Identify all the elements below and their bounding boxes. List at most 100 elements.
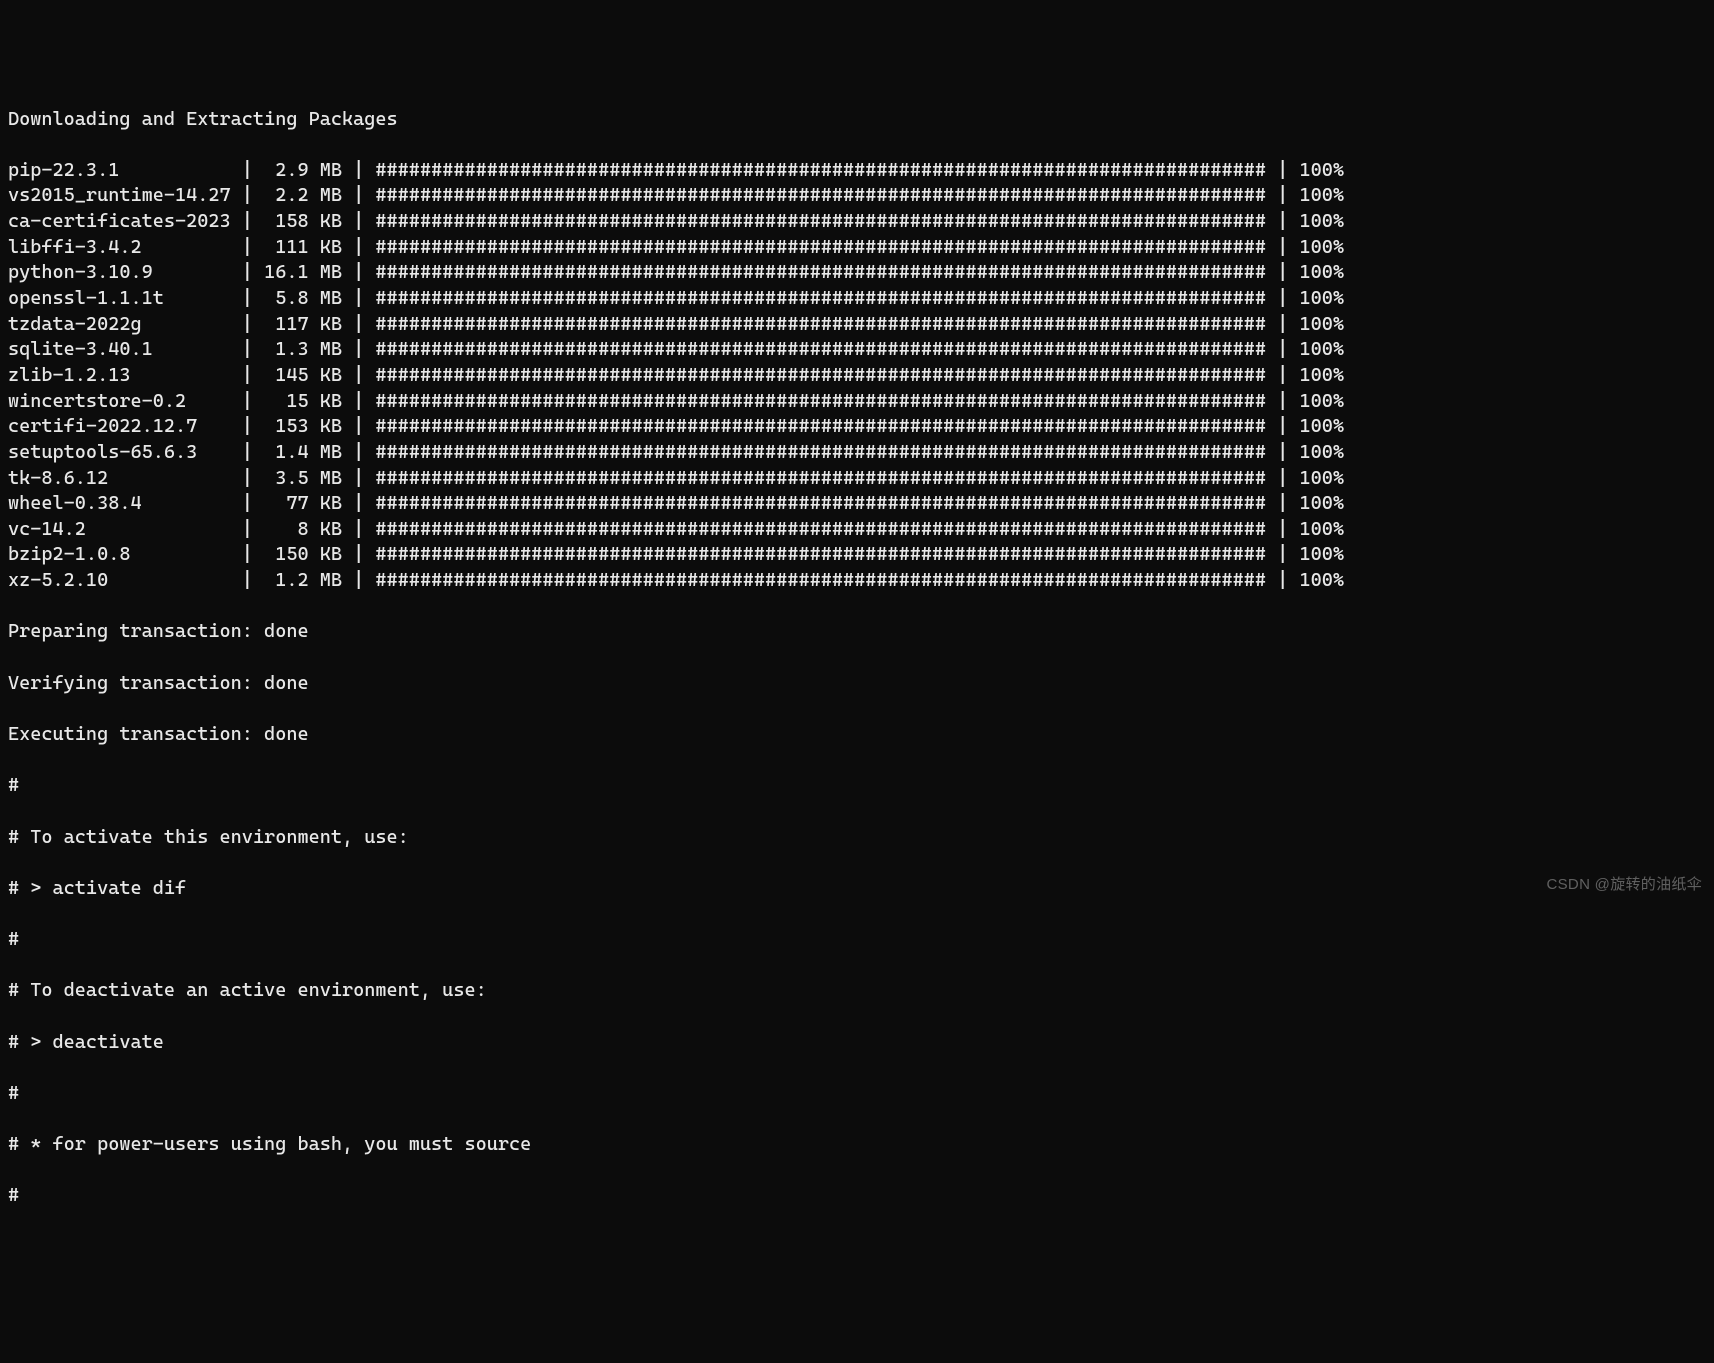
separator: | [1266, 363, 1299, 389]
package-row: python-3.10.9 | 16.1 MB | ##############… [8, 260, 1706, 286]
package-row: zlib-1.2.13 | 145 KB | #################… [8, 363, 1706, 389]
separator: | [342, 491, 375, 517]
package-size: 16.1 MB [264, 260, 342, 286]
progress-bar: ########################################… [375, 542, 1266, 568]
progress-bar: ########################################… [375, 440, 1266, 466]
package-name: libffi-3.4.2 [8, 235, 231, 261]
package-row: tzdata-2022g | 117 KB | ################… [8, 312, 1706, 338]
comment-activate-cmd: # > activate dif [8, 876, 1706, 902]
status-preparing: Preparing transaction: done [8, 619, 1706, 645]
package-percent: 100% [1299, 235, 1344, 261]
separator: | [231, 389, 264, 415]
csdn-watermark: CSDN @旋转的油纸伞 [1547, 875, 1703, 895]
progress-bar: ########################################… [375, 466, 1266, 492]
package-name: wheel-0.38.4 [8, 491, 231, 517]
separator: | [342, 235, 375, 261]
separator: | [231, 209, 264, 235]
package-percent: 100% [1299, 517, 1344, 543]
package-name: sqlite-3.40.1 [8, 337, 231, 363]
package-name: bzip2-1.0.8 [8, 542, 231, 568]
separator: | [1266, 440, 1299, 466]
separator: | [1266, 286, 1299, 312]
package-size: 15 KB [264, 389, 342, 415]
separator: | [1266, 414, 1299, 440]
package-row: xz-5.2.10 | 1.2 MB | ###################… [8, 568, 1706, 594]
package-row: sqlite-3.40.1 | 1.3 MB | ###############… [8, 337, 1706, 363]
package-percent: 100% [1299, 183, 1344, 209]
package-list: pip-22.3.1 | 2.9 MB | ##################… [8, 158, 1706, 594]
separator: | [1266, 235, 1299, 261]
package-name: vs2015_runtime-14.27 [8, 183, 231, 209]
separator: | [342, 158, 375, 184]
comment-deactivate-header: # To deactivate an active environment, u… [8, 978, 1706, 1004]
progress-bar: ########################################… [375, 517, 1266, 543]
separator: | [342, 286, 375, 312]
package-name: ca-certificates-2023 [8, 209, 231, 235]
comment-line: # [8, 927, 1706, 953]
comment-deactivate-cmd: # > deactivate [8, 1030, 1706, 1056]
package-percent: 100% [1299, 260, 1344, 286]
package-percent: 100% [1299, 286, 1344, 312]
package-row: vs2015_runtime-14.27 | 2.2 MB | ########… [8, 183, 1706, 209]
progress-bar: ########################################… [375, 183, 1266, 209]
separator: | [342, 312, 375, 338]
package-size: 150 KB [264, 542, 342, 568]
status-verifying: Verifying transaction: done [8, 671, 1706, 697]
separator: | [231, 466, 264, 492]
progress-bar: ########################################… [375, 260, 1266, 286]
separator: | [342, 389, 375, 415]
progress-bar: ########################################… [375, 235, 1266, 261]
package-percent: 100% [1299, 414, 1344, 440]
package-row: tk-8.6.12 | 3.5 MB | ###################… [8, 466, 1706, 492]
separator: | [231, 312, 264, 338]
package-name: tk-8.6.12 [8, 466, 231, 492]
separator: | [231, 542, 264, 568]
progress-bar: ########################################… [375, 491, 1266, 517]
package-name: openssl-1.1.1t [8, 286, 231, 312]
package-percent: 100% [1299, 542, 1344, 568]
package-row: certifi-2022.12.7 | 153 KB | ###########… [8, 414, 1706, 440]
package-row: ca-certificates-2023 | 158 KB | ########… [8, 209, 1706, 235]
separator: | [342, 542, 375, 568]
separator: | [231, 260, 264, 286]
package-name: vc-14.2 [8, 517, 231, 543]
separator: | [342, 440, 375, 466]
separator: | [342, 337, 375, 363]
package-percent: 100% [1299, 312, 1344, 338]
separator: | [1266, 260, 1299, 286]
separator: | [1266, 542, 1299, 568]
package-size: 2.9 MB [264, 158, 342, 184]
package-row: libffi-3.4.2 | 111 KB | ################… [8, 235, 1706, 261]
progress-bar: ########################################… [375, 337, 1266, 363]
package-row: bzip2-1.0.8 | 150 KB | #################… [8, 542, 1706, 568]
comment-line: # [8, 773, 1706, 799]
progress-bar: ########################################… [375, 568, 1266, 594]
package-size: 77 KB [264, 491, 342, 517]
package-percent: 100% [1299, 491, 1344, 517]
download-header: Downloading and Extracting Packages [8, 107, 1706, 133]
package-percent: 100% [1299, 363, 1344, 389]
package-row: pip-22.3.1 | 2.9 MB | ##################… [8, 158, 1706, 184]
separator: | [342, 260, 375, 286]
package-size: 153 KB [264, 414, 342, 440]
package-percent: 100% [1299, 440, 1344, 466]
package-name: setuptools-65.6.3 [8, 440, 231, 466]
package-size: 1.4 MB [264, 440, 342, 466]
separator: | [1266, 158, 1299, 184]
package-percent: 100% [1299, 466, 1344, 492]
package-percent: 100% [1299, 158, 1344, 184]
separator: | [1266, 568, 1299, 594]
package-percent: 100% [1299, 337, 1344, 363]
progress-bar: ########################################… [375, 312, 1266, 338]
separator: | [231, 235, 264, 261]
separator: | [1266, 312, 1299, 338]
separator: | [342, 363, 375, 389]
package-size: 1.3 MB [264, 337, 342, 363]
separator: | [231, 491, 264, 517]
separator: | [342, 517, 375, 543]
package-name: tzdata-2022g [8, 312, 231, 338]
package-size: 145 KB [264, 363, 342, 389]
separator: | [1266, 491, 1299, 517]
separator: | [231, 440, 264, 466]
separator: | [1266, 183, 1299, 209]
